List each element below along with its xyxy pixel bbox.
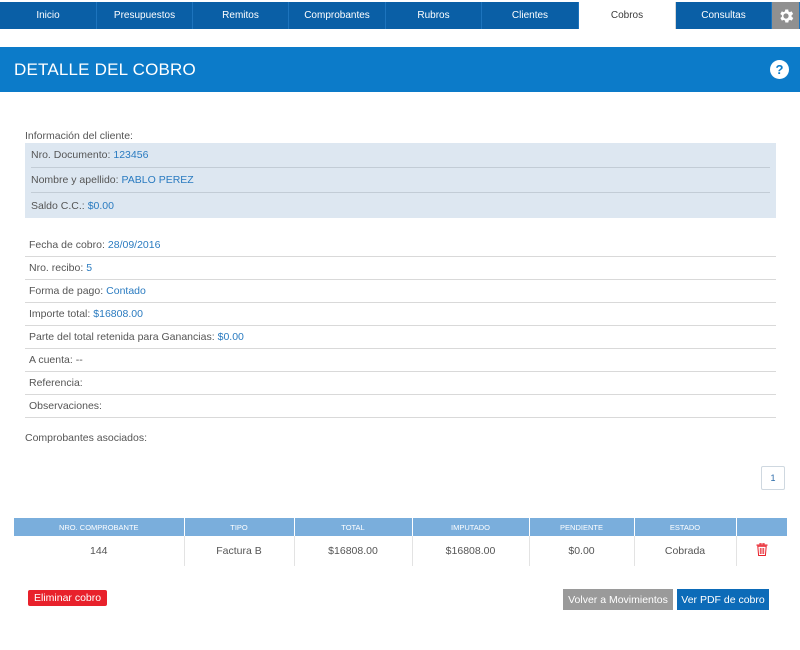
- page-title: DETALLE DEL COBRO: [14, 59, 196, 79]
- column-header: [736, 518, 787, 536]
- client-label: Nro. Documento:: [31, 149, 111, 161]
- top-navigation: Inicio Presupuestos Remitos Comprobantes…: [0, 0, 800, 31]
- column-header: TOTAL: [294, 518, 413, 536]
- client-info-box: Nro. Documento: 123456 Nombre y apellido…: [25, 143, 776, 218]
- column-header: TIPO: [184, 518, 295, 536]
- gear-icon: [779, 8, 793, 23]
- detail-label: Forma de pago:: [29, 285, 104, 297]
- table-header-row: NRO. COMPROBANTE TIPO TOTAL IMPUTADO PEN…: [14, 518, 787, 536]
- detail-label: Referencia:: [29, 377, 83, 389]
- detail-label: Nro. recibo:: [29, 262, 84, 274]
- tab-inicio[interactable]: Inicio: [0, 2, 97, 29]
- detail-row-ganancias: Parte del total retenida para Ganancias:…: [25, 326, 776, 349]
- cell-total: $16808.00: [294, 536, 413, 566]
- cell-actions: [736, 536, 787, 566]
- cell-imputado: $16808.00: [412, 536, 530, 566]
- back-to-movements-button[interactable]: Volver a Movimientos: [563, 589, 673, 610]
- tab-consultas[interactable]: Consultas: [676, 2, 772, 29]
- detail-value: Contado: [106, 285, 146, 297]
- delete-cobro-button[interactable]: Eliminar cobro: [28, 590, 108, 606]
- detail-label: Importe total:: [29, 308, 91, 320]
- detail-label: Observaciones:: [29, 400, 102, 412]
- page-header: DETALLE DEL COBRO ?: [0, 47, 800, 92]
- detail-row-fecha: Fecha de cobro: 28/09/2016: [25, 234, 776, 257]
- client-label: Nombre y apellido:: [31, 174, 119, 186]
- table-row: 144 Factura B $16808.00 $16808.00 $0.00 …: [14, 536, 787, 566]
- detail-label: Fecha de cobro:: [29, 239, 105, 251]
- column-header: NRO. COMPROBANTE: [14, 518, 185, 536]
- tab-remitos[interactable]: Remitos: [193, 2, 289, 29]
- client-row-documento: Nro. Documento: 123456: [31, 143, 770, 168]
- client-value: 123456: [113, 149, 149, 161]
- column-header: IMPUTADO: [412, 518, 530, 536]
- help-icon: ?: [775, 62, 784, 77]
- detail-value: $0.00: [217, 331, 244, 343]
- cell-estado: Cobrada: [634, 536, 737, 566]
- detail-row-a-cuenta: A cuenta: --: [25, 349, 776, 372]
- column-header: PENDIENTE: [529, 518, 635, 536]
- help-button[interactable]: ?: [770, 60, 789, 79]
- detail-row-referencia: Referencia:: [25, 372, 776, 395]
- client-label: Saldo C.C.:: [31, 199, 85, 212]
- settings-button[interactable]: [772, 2, 800, 29]
- comprobantes-section-label: Comprobantes asociados:: [25, 432, 147, 444]
- comprobantes-table: NRO. COMPROBANTE TIPO TOTAL IMPUTADO PEN…: [14, 518, 787, 566]
- client-value: $0.00: [87, 199, 114, 212]
- cell-tipo: Factura B: [184, 536, 295, 566]
- detail-value: 28/09/2016: [107, 239, 161, 251]
- detail-row-importe: Importe total: $16808.00: [25, 303, 776, 326]
- tab-presupuestos[interactable]: Presupuestos: [97, 2, 193, 29]
- pagination-page-1[interactable]: 1: [761, 466, 785, 490]
- detail-row-forma-pago: Forma de pago: Contado: [25, 280, 776, 303]
- detail-row-recibo: Nro. recibo: 5: [25, 257, 776, 280]
- tab-comprobantes[interactable]: Comprobantes: [289, 2, 386, 29]
- view-pdf-button[interactable]: Ver PDF de cobro: [677, 589, 769, 610]
- detail-value: 5: [86, 262, 93, 274]
- column-header: ESTADO: [634, 518, 737, 536]
- detail-value: --: [75, 354, 83, 366]
- detail-label: Parte del total retenida para Ganancias:: [29, 331, 215, 343]
- tab-cobros[interactable]: Cobros: [579, 2, 676, 29]
- client-value: PABLO PEREZ: [121, 174, 194, 186]
- detail-label: A cuenta:: [29, 354, 73, 366]
- detail-row-observaciones: Observaciones:: [25, 395, 776, 418]
- tab-rubros[interactable]: Rubros: [386, 2, 482, 29]
- tab-clientes[interactable]: Clientes: [482, 2, 579, 29]
- trash-icon[interactable]: [756, 542, 768, 556]
- cobro-details: Fecha de cobro: 28/09/2016 Nro. recibo: …: [25, 234, 776, 418]
- client-row-saldo: Saldo C.C.: $0.00: [31, 193, 770, 218]
- detail-value: $16808.00: [93, 308, 143, 320]
- client-row-nombre: Nombre y apellido: PABLO PEREZ: [31, 168, 770, 193]
- client-section-label: Información del cliente:: [25, 130, 133, 142]
- cell-pendiente: $0.00: [529, 536, 635, 566]
- cell-nro: 144: [14, 536, 185, 566]
